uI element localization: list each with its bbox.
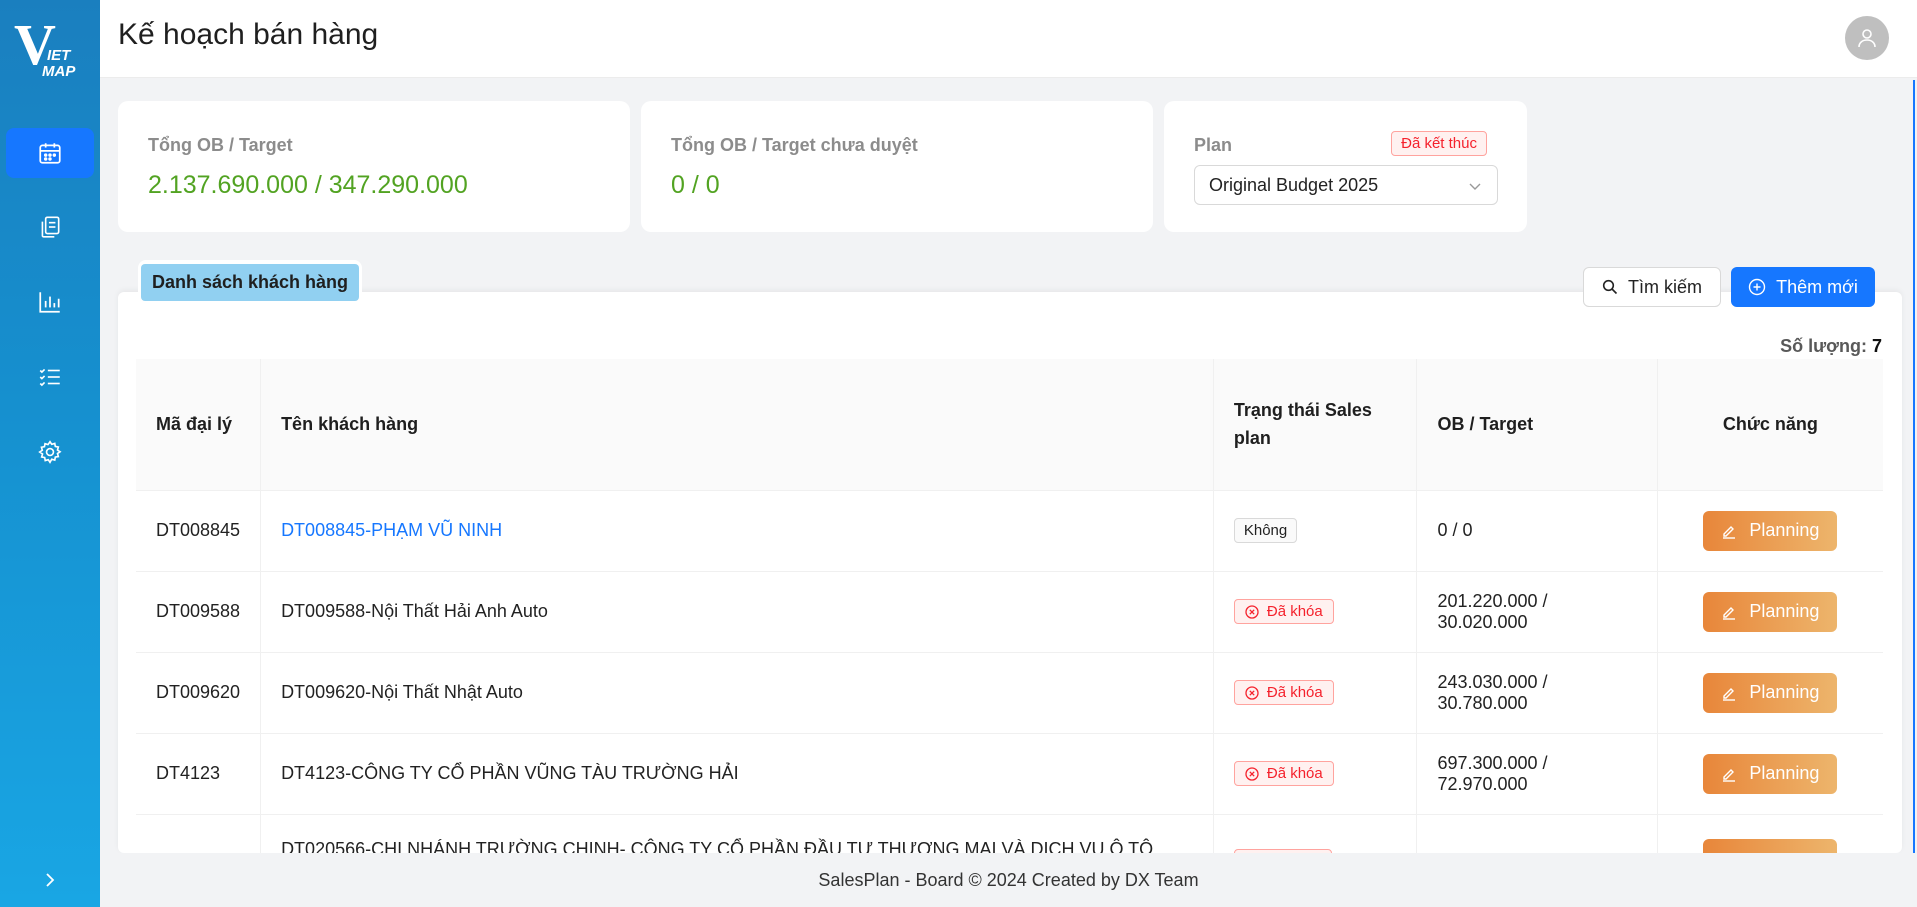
chevron-right-icon bbox=[46, 873, 55, 887]
copy-document-icon bbox=[41, 216, 60, 238]
footer: SalesPlan - Board © 2024 Created by DX T… bbox=[100, 853, 1917, 907]
total-label: Tổng OB / Target bbox=[148, 135, 293, 155]
ob-target-value: 243.030.000 / 30.780.000 bbox=[1416, 652, 1658, 734]
status-tag: Đã khóa bbox=[1233, 599, 1334, 624]
status-text: Đã khóa bbox=[1266, 684, 1323, 701]
customer-name: DT009588-Nội Thất Hải Anh Auto bbox=[260, 571, 1214, 653]
nav-calendar[interactable] bbox=[6, 128, 94, 178]
bar-chart-icon bbox=[39, 292, 60, 313]
status-text: Đã khóa bbox=[1266, 603, 1323, 620]
planning-button[interactable]: Planning bbox=[1703, 591, 1838, 632]
calendar-icon bbox=[39, 143, 61, 164]
ob-target-value bbox=[1416, 814, 1658, 853]
col-agent-code: Mã đại lý bbox=[136, 359, 262, 491]
add-new-button[interactable]: Thêm mới bbox=[1731, 267, 1875, 307]
nav-documents[interactable] bbox=[6, 202, 94, 252]
agent-code: DT009620 bbox=[136, 652, 262, 734]
gear-icon bbox=[38, 440, 62, 464]
user-icon bbox=[1858, 29, 1876, 48]
agent-code: DT4123 bbox=[136, 733, 262, 815]
status-tag: Đã khóa bbox=[1233, 680, 1334, 705]
agent-code: DT009588 bbox=[136, 571, 262, 653]
close-circle-icon bbox=[1245, 604, 1259, 619]
edit-icon bbox=[1723, 768, 1736, 782]
planning-button[interactable] bbox=[1703, 838, 1838, 853]
table-header-row: Mã đại lý Tên khách hàng Trạng thái Sale… bbox=[136, 359, 1883, 491]
plan-select[interactable]: Original Budget 2025 bbox=[1194, 165, 1498, 205]
customer-name: DT009620-Nội Thất Nhật Auto bbox=[260, 652, 1214, 734]
top-header: Kế hoạch bán hàng bbox=[100, 0, 1917, 78]
vietmap-logo: V IET MAP bbox=[14, 14, 76, 78]
plan-card: Plan Đã kết thúc Original Budget 2025 bbox=[1164, 101, 1527, 232]
customer-name: DT4123-CÔNG TY CỔ PHẦN VŨNG TÀU TRƯỜNG H… bbox=[260, 733, 1214, 815]
pending-value: 0 / 0 bbox=[671, 171, 720, 199]
edit-icon bbox=[1723, 687, 1736, 701]
summary-total-card: Tổng OB / Target 2.137.690.000 / 347.290… bbox=[118, 101, 630, 232]
table-row: DT008845 DT008845-PHẠM VŨ NINH Không 0 /… bbox=[136, 490, 1883, 572]
footer-text: SalesPlan - Board © 2024 Created by DX T… bbox=[818, 869, 1199, 890]
user-avatar[interactable] bbox=[1845, 16, 1889, 60]
tab-bar: Danh sách khách hàng bbox=[138, 260, 363, 304]
planning-label: Planning bbox=[1749, 601, 1820, 621]
ob-target-value: 0 / 0 bbox=[1416, 490, 1658, 572]
edit-icon bbox=[1723, 606, 1736, 620]
count-label: Số lượng: bbox=[1780, 336, 1867, 356]
plan-label: Plan bbox=[1194, 135, 1233, 155]
planning-label: Planning bbox=[1749, 520, 1820, 540]
sidebar-collapse-toggle[interactable] bbox=[30, 864, 70, 896]
svg-text:IET: IET bbox=[47, 47, 72, 64]
ob-target-value: 697.300.000 / 72.970.000 bbox=[1416, 733, 1658, 815]
customer-list-panel: Số lượng: 7 Mã đại lý Tên khách hàng Trạ… bbox=[118, 292, 1902, 853]
status-text: Đã khóa bbox=[1266, 765, 1323, 782]
page-title: Kế hoạch bán hàng bbox=[118, 18, 379, 51]
planning-button[interactable]: Planning bbox=[1703, 753, 1838, 794]
search-button[interactable]: Tìm kiếm bbox=[1583, 267, 1721, 307]
table-row: DT020566-CHI NHÁNH TRƯỜNG CHINH- CÔNG TY… bbox=[136, 814, 1883, 853]
summary-pending-card: Tổng OB / Target chưa duyệt 0 / 0 bbox=[641, 101, 1153, 232]
nav-settings[interactable] bbox=[6, 427, 94, 477]
planning-button[interactable]: Planning bbox=[1703, 672, 1838, 713]
edit-icon bbox=[1723, 525, 1736, 539]
chevron-down-icon bbox=[1469, 183, 1481, 190]
col-sales-plan-status: Trạng thái Sales plan bbox=[1213, 359, 1418, 491]
planning-label: Planning bbox=[1749, 763, 1820, 783]
col-ob-target: OB / Target bbox=[1416, 359, 1658, 491]
svg-text:MAP: MAP bbox=[42, 63, 76, 78]
tab-customer-list[interactable]: Danh sách khách hàng bbox=[141, 264, 360, 301]
agent-code bbox=[136, 814, 262, 853]
col-actions: Chức năng bbox=[1657, 359, 1883, 491]
plan-status-badge: Đã kết thúc bbox=[1391, 131, 1487, 156]
table-row: DT009588 DT009588-Nội Thất Hải Anh Auto … bbox=[136, 571, 1883, 653]
customer-name-link[interactable]: DT008845-PHẠM VŨ NINH bbox=[260, 490, 1214, 572]
col-customer-name: Tên khách hàng bbox=[260, 359, 1214, 491]
agent-code: DT008845 bbox=[136, 490, 262, 572]
planning-button[interactable]: Planning bbox=[1703, 510, 1838, 551]
plus-circle-icon bbox=[1748, 278, 1766, 296]
table-row: DT4123 DT4123-CÔNG TY CỔ PHẦN VŨNG TÀU T… bbox=[136, 733, 1883, 815]
pending-label: Tổng OB / Target chưa duyệt bbox=[671, 135, 918, 155]
add-new-label: Thêm mới bbox=[1776, 276, 1858, 297]
nav-checklist[interactable] bbox=[6, 352, 94, 402]
checklist-icon bbox=[39, 368, 60, 387]
close-circle-icon bbox=[1245, 685, 1259, 700]
record-count: Số lượng: 7 bbox=[1780, 336, 1882, 357]
search-label: Tìm kiếm bbox=[1628, 276, 1702, 297]
status-tag: Không bbox=[1233, 518, 1298, 543]
table-row: DT009620 DT009620-Nội Thất Nhật Auto Đã … bbox=[136, 652, 1883, 734]
customer-table: Mã đại lý Tên khách hàng Trạng thái Sale… bbox=[136, 359, 1883, 853]
nav-reports[interactable] bbox=[6, 277, 94, 327]
search-icon bbox=[1602, 279, 1618, 295]
status-tag: Đã khóa bbox=[1233, 761, 1334, 786]
count-value: 7 bbox=[1871, 336, 1882, 356]
ob-target-value: 201.220.000 / 30.020.000 bbox=[1416, 571, 1658, 653]
customer-name: DT020566-CHI NHÁNH TRƯỜNG CHINH- CÔNG TY… bbox=[260, 814, 1214, 853]
scrollbar[interactable] bbox=[1913, 80, 1915, 860]
close-circle-icon bbox=[1245, 766, 1259, 781]
sidebar: V IET MAP bbox=[0, 0, 100, 907]
total-value: 2.137.690.000 / 347.290.000 bbox=[148, 171, 468, 199]
plan-select-value: Original Budget 2025 bbox=[1209, 174, 1379, 195]
planning-label: Planning bbox=[1749, 682, 1820, 702]
